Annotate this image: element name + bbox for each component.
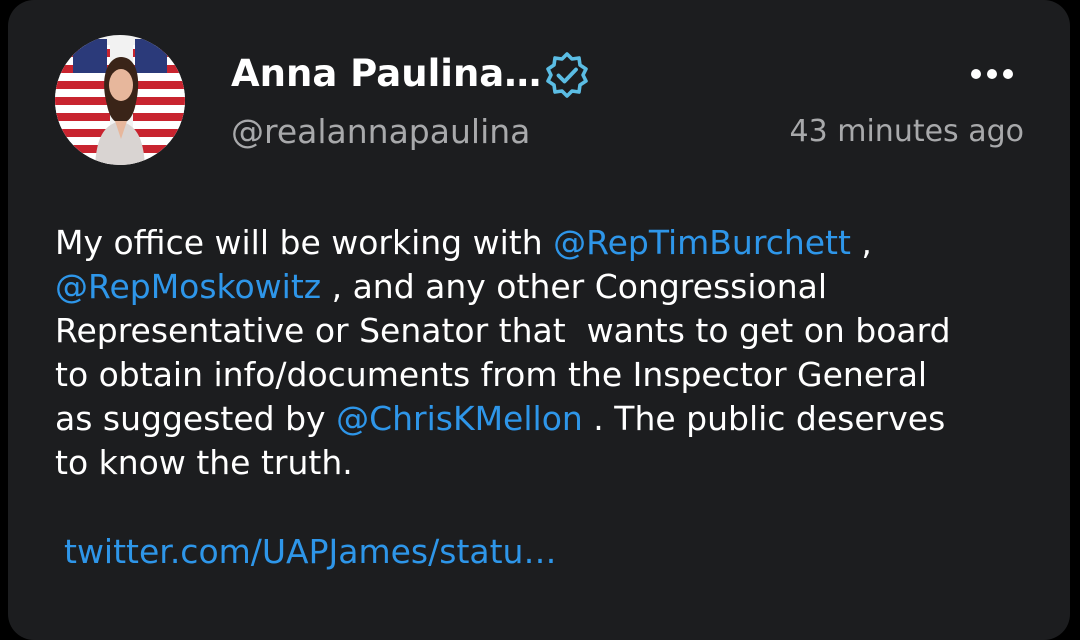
mention-link[interactable]: @ChrisKMellon: [336, 399, 583, 438]
timestamp: 43 minutes ago: [789, 114, 1024, 149]
avatar-image: [55, 35, 185, 165]
tweet-text-segment: ,: [861, 223, 872, 262]
tweet-text-segment: My office will be working with: [55, 223, 554, 262]
avatar[interactable]: [55, 35, 185, 165]
mention-link[interactable]: @RepMoskowitz: [55, 267, 321, 306]
display-name[interactable]: Anna Paulina…: [231, 52, 541, 95]
more-options-icon[interactable]: [968, 60, 1016, 88]
user-handle[interactable]: @realannapaulina: [231, 112, 530, 151]
tweet-url-link[interactable]: twitter.com/UAPJames/statu…: [64, 532, 556, 571]
verified-badge-icon: [543, 51, 591, 99]
tweet-text: My office will be working with @RepTimBu…: [55, 221, 1055, 485]
mention-link[interactable]: @RepTimBurchett: [553, 223, 851, 262]
tweet-card[interactable]: Anna Paulina… @realannapaulina 43 minute…: [8, 0, 1070, 640]
tweet-url-line: twitter.com/UAPJames/statu…: [64, 530, 556, 574]
